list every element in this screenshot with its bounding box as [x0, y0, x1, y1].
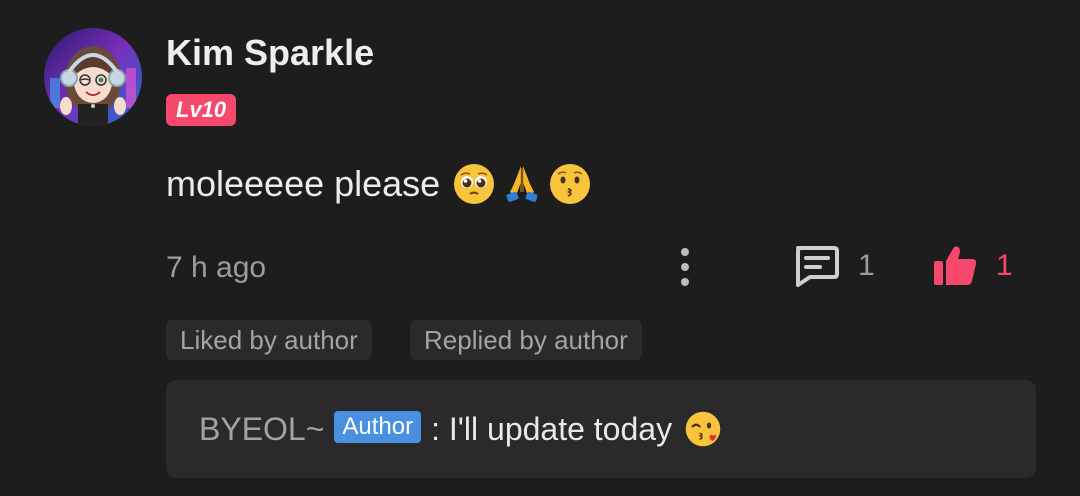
dot [681, 263, 689, 271]
comment-body: moleeeee please [166, 162, 592, 206]
more-options-button[interactable] [668, 244, 702, 290]
reply-button[interactable]: 1 [792, 242, 875, 290]
liked-by-author-tag: Liked by author [166, 320, 372, 360]
face-blowing-kiss-icon [685, 411, 721, 447]
replied-by-author-tag: Replied by author [410, 320, 642, 360]
author-reply[interactable]: BYEOL~ Author : I'll update today [166, 380, 1036, 478]
avatar[interactable] [44, 28, 142, 126]
kissing-face-icon [550, 164, 591, 204]
dot [681, 278, 689, 286]
folded-hands-icon [506, 166, 538, 202]
reply-count: 1 [858, 249, 875, 282]
reply-author-name: BYEOL~ [199, 410, 325, 447]
like-count: 1 [996, 249, 1013, 282]
comment-text: moleeeee please [166, 163, 441, 204]
like-button[interactable]: 1 [932, 242, 1013, 290]
level-badge: Lv10 [166, 94, 237, 126]
author-badge: Author [334, 411, 422, 443]
timestamp: 7 h ago [166, 251, 267, 284]
reply-text: : I'll update today [431, 410, 673, 447]
thumbs-up-icon [934, 246, 977, 285]
pleading-face-icon [454, 164, 495, 204]
username[interactable]: Kim Sparkle [166, 32, 374, 74]
comment-icon [796, 246, 839, 287]
dot [681, 248, 689, 256]
